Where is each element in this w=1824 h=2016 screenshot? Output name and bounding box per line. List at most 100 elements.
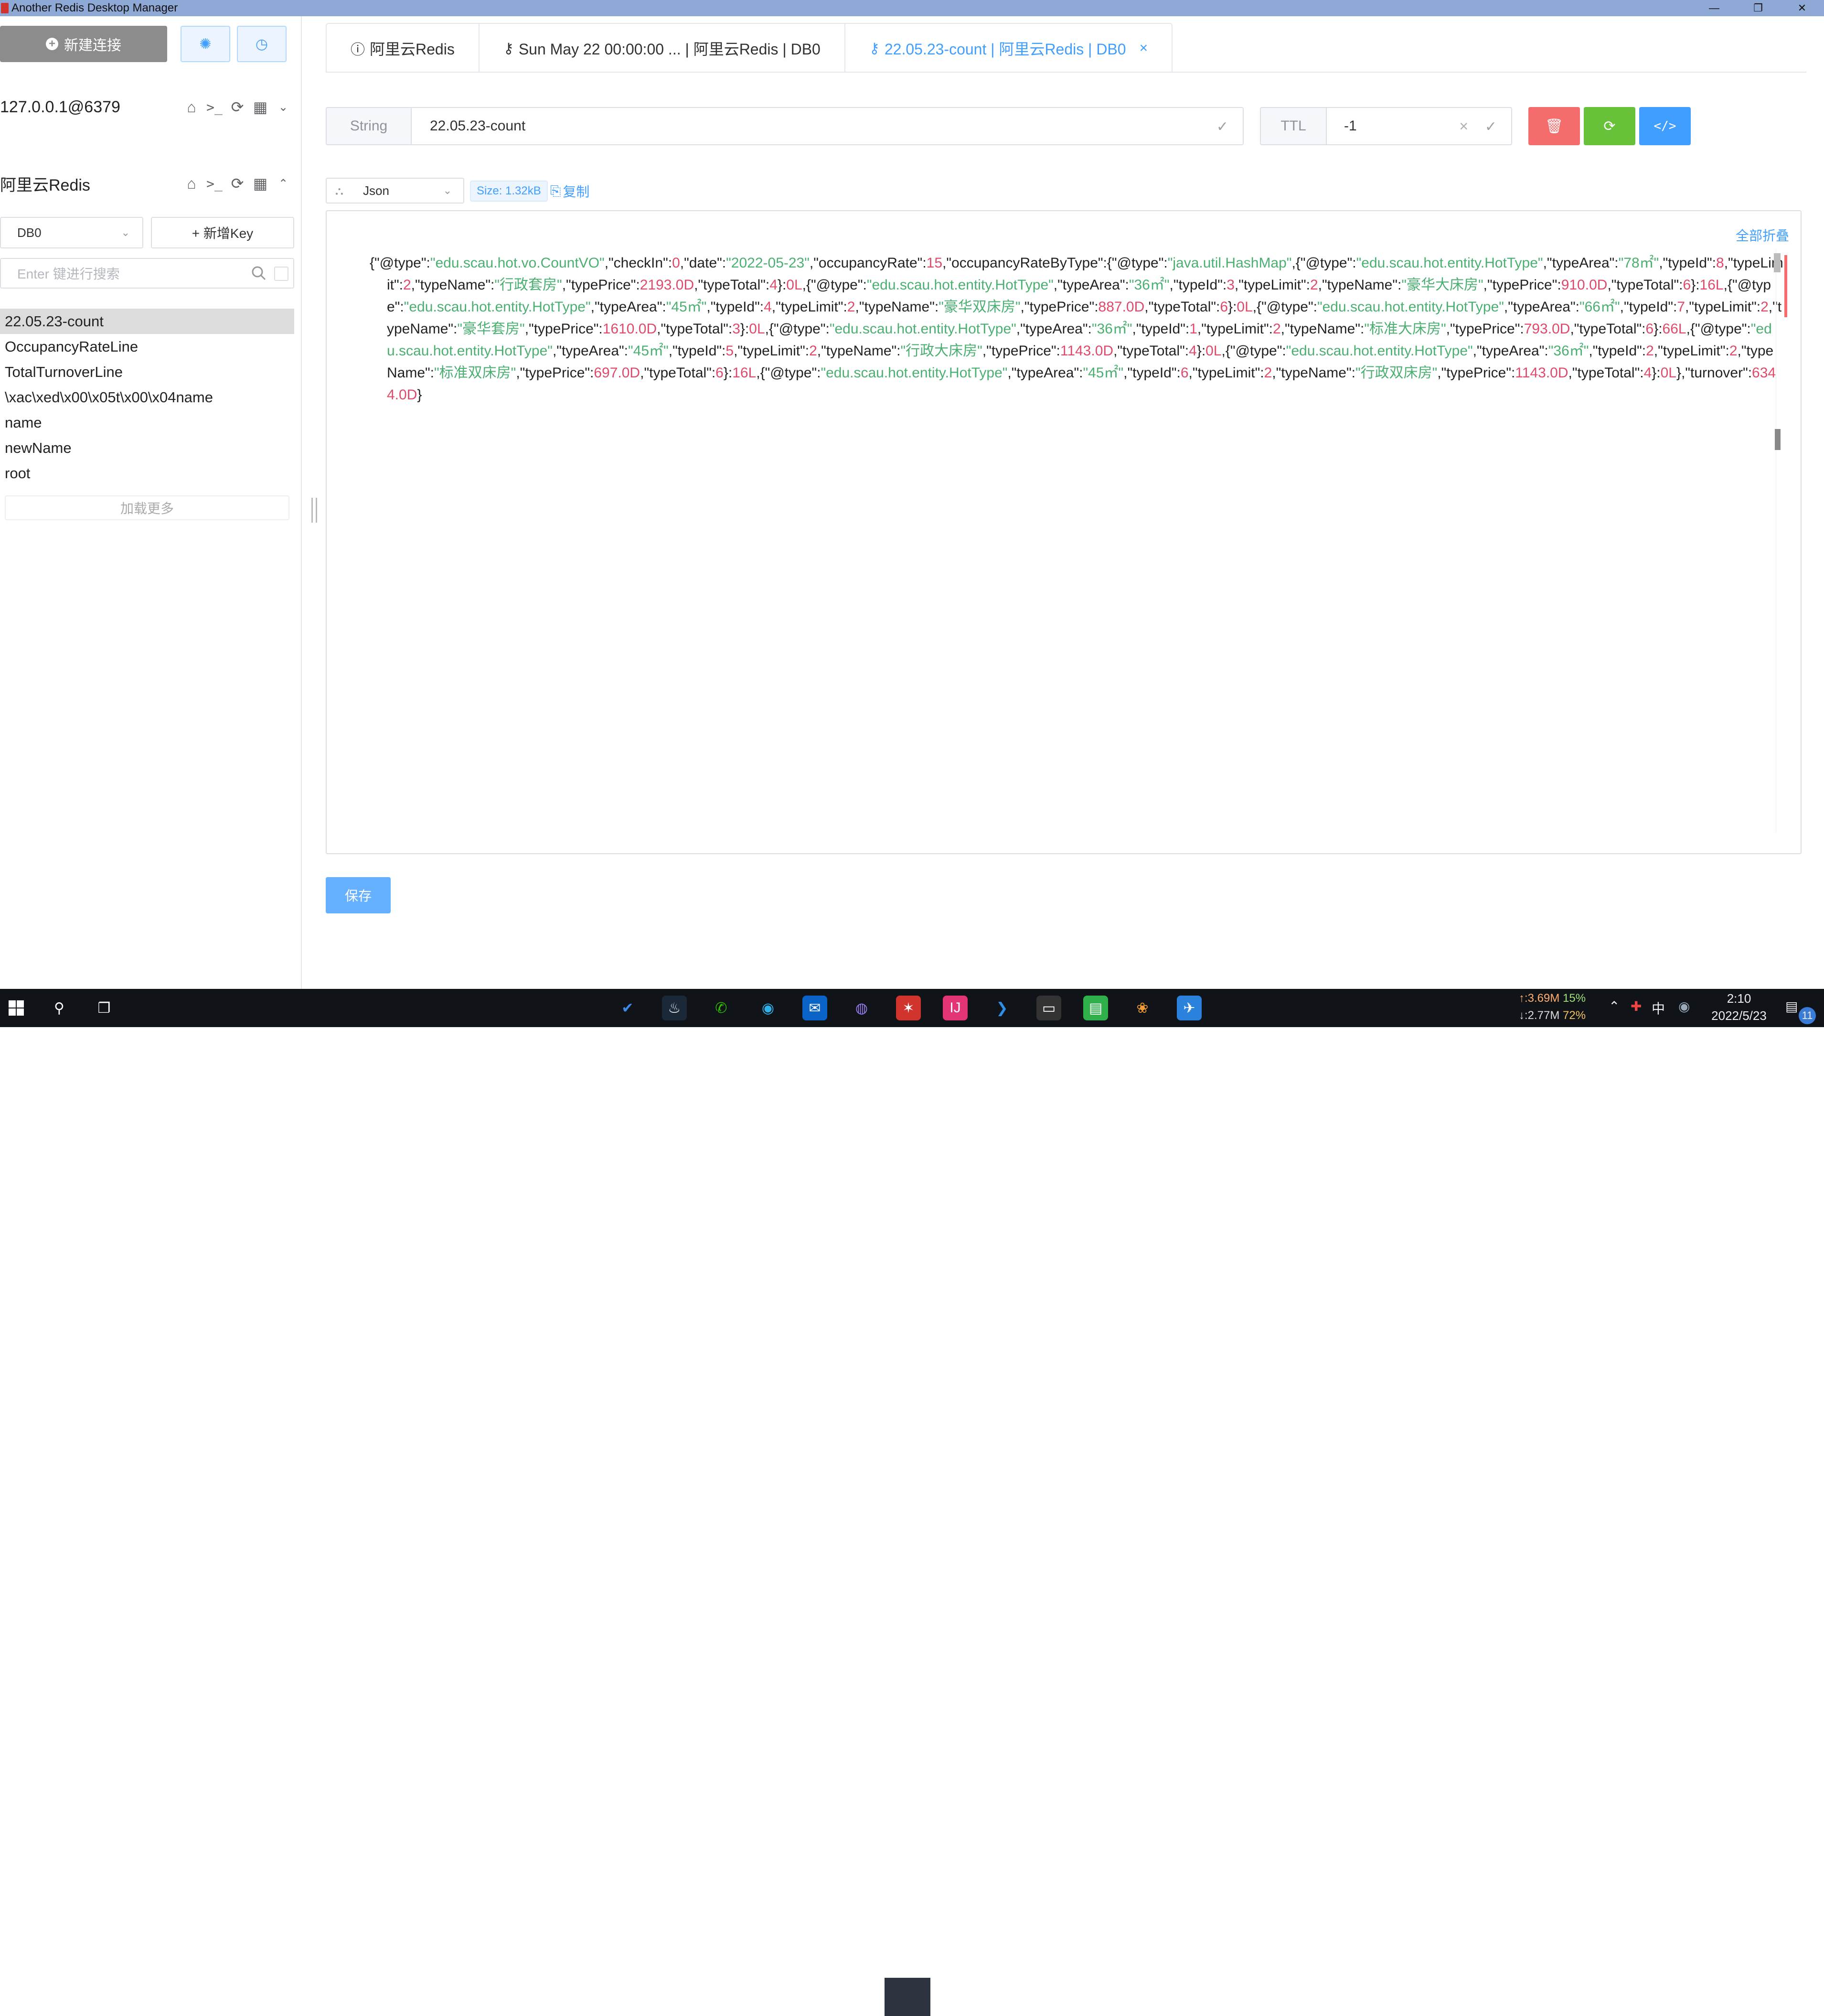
edge-browser-icon[interactable]: ◉ <box>756 996 780 1020</box>
home-icon[interactable]: ⌂ <box>183 98 200 116</box>
tab-connection-info[interactable]: ⓘ 阿里云Redis <box>327 24 480 73</box>
connection-item-local[interactable]: 127.0.0.1@6379 ⌂ >_ ⟳ ▦ ⌄ <box>0 93 291 121</box>
key-item[interactable]: newName <box>0 435 294 461</box>
json-key: "typeId": <box>1663 255 1717 271</box>
photos-app-icon[interactable]: ❀ <box>1130 996 1155 1020</box>
trash-icon: 🗑 <box>1545 118 1564 134</box>
windows-start-icon[interactable] <box>4 996 29 1020</box>
json-key: "typeLimit": <box>1689 299 1761 315</box>
json-punct: , <box>1543 255 1547 271</box>
value-editor[interactable]: 全部折叠 {"@type":"edu.scau.hot.vo.CountVO",… <box>326 210 1802 854</box>
redis-manager-icon[interactable]: ✶ <box>896 996 921 1020</box>
net-up-pct: 15% <box>1563 992 1586 1005</box>
key-item[interactable]: TotalTurnoverLine <box>0 359 294 385</box>
scroll-thumb[interactable] <box>1775 429 1781 450</box>
search-icon[interactable] <box>251 266 267 281</box>
search-placeholder: Enter 键进行搜索 <box>17 267 120 281</box>
vscode-icon[interactable]: ❯ <box>990 996 1014 1020</box>
grid-icon[interactable]: ▦ <box>252 175 268 192</box>
json-punct: , <box>1570 321 1574 337</box>
json-key: "typeName": <box>415 277 495 293</box>
chat-app-icon[interactable]: ✈ <box>1177 996 1202 1020</box>
history-button[interactable]: ◷ <box>237 26 287 62</box>
json-punct: , <box>1620 299 1624 315</box>
close-tab-icon[interactable]: × <box>1140 40 1148 56</box>
grid-icon[interactable]: ▦ <box>252 98 268 116</box>
key-item[interactable]: 22.05.23-count <box>0 309 294 334</box>
browser-icon[interactable]: ◍ <box>849 996 874 1020</box>
json-punct: , <box>1737 343 1741 359</box>
exact-search-checkbox[interactable] <box>274 267 288 281</box>
antivirus-tray-icon[interactable]: ✚ <box>1631 998 1642 1014</box>
delete-key-button[interactable]: 🗑 <box>1528 107 1580 145</box>
spreadsheet-app-icon[interactable]: ▤ <box>1083 996 1108 1020</box>
json-key: "@type": <box>1300 255 1356 271</box>
maximize-button[interactable]: ❐ <box>1736 0 1780 16</box>
net-down: ↓:2.77M <box>1519 1009 1560 1022</box>
todo-app-icon[interactable]: ✔ <box>615 996 640 1020</box>
copy-button[interactable]: ⎘ 复制 <box>550 181 589 202</box>
json-string: "edu.scau.hot.entity.HotType" <box>1317 299 1504 315</box>
format-select[interactable]: ⛬ Json ⌄ <box>326 178 464 204</box>
key-name-value: 22.05.23-count <box>430 118 526 134</box>
json-key: "typeArea": <box>1477 343 1548 359</box>
ime-indicator[interactable]: 中 <box>1652 998 1665 1018</box>
ttl-input[interactable]: -1 × ✓ <box>1326 107 1512 145</box>
intellij-icon[interactable]: IJ <box>943 996 968 1020</box>
key-search-input[interactable]: Enter 键进行搜索 <box>0 258 294 289</box>
key-item[interactable]: name <box>0 410 294 435</box>
home-icon[interactable]: ⌂ <box>183 175 200 192</box>
input-method-icon[interactable]: ◉ <box>1678 998 1690 1014</box>
clock-icon: ◷ <box>255 36 268 52</box>
chevron-up-icon[interactable]: ⌃ <box>1609 998 1620 1014</box>
refresh-icon[interactable]: ⟳ <box>229 98 245 116</box>
json-key: "typeTotal": <box>1117 343 1189 359</box>
wechat-icon[interactable]: ✆ <box>709 996 734 1020</box>
collapse-all-button[interactable]: 全部折叠 <box>1736 225 1789 245</box>
new-key-button[interactable]: + 新增Key <box>151 217 294 248</box>
notification-icon[interactable]: ▤ <box>1785 998 1798 1014</box>
json-punct: , <box>1132 321 1136 337</box>
dump-command-button[interactable]: </> <box>1639 107 1691 145</box>
tab-key-count[interactable]: ⚷ 22.05.23-count | 阿里云Redis | DB0 × <box>845 24 1172 73</box>
key-item[interactable]: \xac\xed\x00\x05t\x00\x04name <box>0 385 294 410</box>
chevron-down-icon[interactable]: ⌄ <box>275 99 291 115</box>
load-more-button[interactable]: 加载更多 <box>5 495 289 520</box>
db-select[interactable]: DB0 ⌄ <box>0 217 143 248</box>
terminal-icon[interactable]: >_ <box>206 175 223 192</box>
refresh-icon[interactable]: ⟳ <box>229 175 245 192</box>
json-key: "typeLimit": <box>1238 277 1310 293</box>
save-button[interactable]: 保存 <box>326 877 391 913</box>
refresh-key-button[interactable]: ⟳ <box>1584 107 1635 145</box>
error-marker <box>1784 255 1787 317</box>
json-number: 2 <box>1646 343 1654 359</box>
close-window-button[interactable]: ✕ <box>1780 0 1824 16</box>
steam-icon[interactable]: ♨ <box>662 996 687 1020</box>
editor-scrollbar[interactable] <box>1776 249 1781 832</box>
check-icon[interactable]: ✓ <box>1216 118 1228 135</box>
key-item[interactable]: root <box>0 461 294 486</box>
search-icon[interactable]: ⚲ <box>47 996 72 1020</box>
terminal-app-icon[interactable]: ▭ <box>1036 996 1061 1020</box>
json-punct: ,{ <box>1686 321 1695 337</box>
sidebar-resize-handle[interactable] <box>311 498 317 523</box>
minimize-button[interactable]: — <box>1692 0 1736 16</box>
chevron-up-icon[interactable]: ⌃ <box>275 175 291 192</box>
outlook-icon[interactable]: ✉ <box>802 996 827 1020</box>
json-key: "typeTotal": <box>1611 277 1683 293</box>
tab-label: Sun May 22 00:00:00 ... | 阿里云Redis | DB0 <box>518 41 821 58</box>
key-item[interactable]: OccupancyRateLine <box>0 334 294 359</box>
clear-icon[interactable]: × <box>1459 118 1468 135</box>
tab-key-date[interactable]: ⚷ Sun May 22 00:00:00 ... | 阿里云Redis | D… <box>480 24 845 73</box>
clock[interactable]: 2:10 2022/5/23 <box>1708 990 1770 1024</box>
network-speed: ↑:3.69M 15% ↓:2.77M 72% <box>1519 990 1586 1024</box>
connection-item-aliyun[interactable]: 阿里云Redis ⌂ >_ ⟳ ▦ ⌃ <box>0 169 291 198</box>
json-value-text[interactable]: {"@type":"edu.scau.hot.vo.CountVO","chec… <box>370 252 1783 406</box>
json-key: "typePrice": <box>1487 277 1561 293</box>
check-icon[interactable]: ✓ <box>1485 118 1497 135</box>
settings-button[interactable]: ✺ <box>181 26 230 62</box>
key-name-input[interactable]: 22.05.23-count ✓ <box>411 107 1244 145</box>
new-connection-button[interactable]: + 新建连接 <box>0 26 167 62</box>
terminal-icon[interactable]: >_ <box>206 99 223 115</box>
task-view-icon[interactable]: ❐ <box>92 996 117 1020</box>
